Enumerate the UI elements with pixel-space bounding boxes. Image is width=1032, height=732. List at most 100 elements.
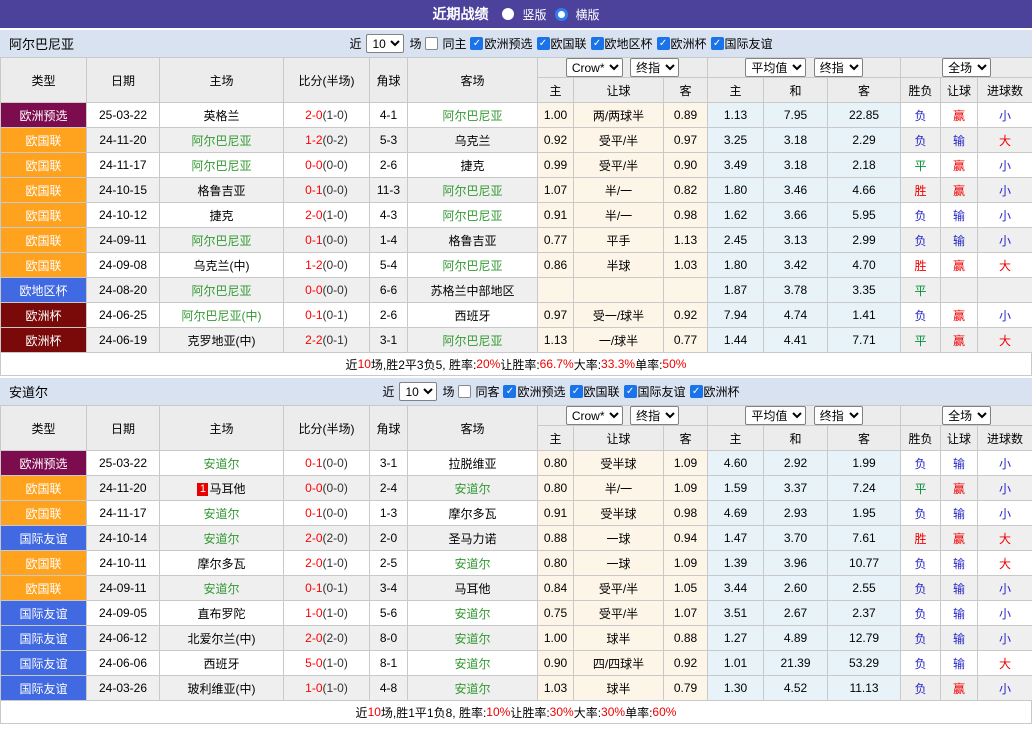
- avg-draw: 2.67: [764, 601, 828, 626]
- league-checkbox[interactable]: ✓: [470, 37, 483, 50]
- odds-home: 1.00: [538, 103, 574, 128]
- col-corner: 角球: [370, 58, 408, 103]
- avg-away: 7.71: [828, 328, 901, 353]
- league-filters: ✓欧洲预选✓欧国联✓欧地区杯✓欧洲杯✓国际友谊: [469, 35, 772, 52]
- match-score: 0-1(0-1): [284, 303, 370, 328]
- col-result: 胜负: [901, 78, 941, 103]
- home-team: 阿尔巴尼亚: [160, 228, 284, 253]
- avg-home: 7.94: [708, 303, 764, 328]
- odds-handicap: 受平/半: [574, 601, 664, 626]
- summary-segment: 30%: [601, 705, 625, 719]
- league-checkbox[interactable]: ✓: [503, 385, 516, 398]
- match-date: 24-06-12: [87, 626, 160, 651]
- handicap-result-cell: 输: [941, 128, 978, 153]
- final-odds-select2[interactable]: 终指: [814, 58, 863, 77]
- away-team: 安道尔: [408, 601, 538, 626]
- league-checkbox[interactable]: ✓: [570, 385, 583, 398]
- average-select[interactable]: 平均值: [745, 406, 806, 425]
- match-row: 欧国联24-11-20阿尔巴尼亚1-2(0-2)5-3乌克兰0.92受平/半0.…: [1, 128, 1032, 153]
- odds-handicap: 一/球半: [574, 328, 664, 353]
- odds-away: 0.97: [664, 128, 708, 153]
- col-odds-home: 主: [538, 426, 574, 451]
- avg-draw: 3.18: [764, 153, 828, 178]
- final-odds-select[interactable]: 终指: [630, 406, 679, 425]
- match-date: 24-11-17: [87, 153, 160, 178]
- summary-segment: 让胜率:: [500, 356, 539, 373]
- avg-draw: 2.60: [764, 576, 828, 601]
- odds-home: 0.97: [538, 303, 574, 328]
- league-checkbox[interactable]: ✓: [711, 37, 724, 50]
- avg-draw: 21.39: [764, 651, 828, 676]
- avg-away: 2.55: [828, 576, 901, 601]
- goals-result-cell: 小: [978, 153, 1032, 178]
- col-avg-draw: 和: [764, 426, 828, 451]
- type-badge: 欧国联: [1, 501, 87, 526]
- corner-score: 4-3: [370, 203, 408, 228]
- col-date: 日期: [87, 58, 160, 103]
- league-checkbox[interactable]: ✓: [624, 385, 637, 398]
- match-row: 欧国联24-09-11安道尔0-1(0-1)3-4马耳他0.84受平/半1.05…: [1, 576, 1032, 601]
- avg-home: 1.62: [708, 203, 764, 228]
- corner-score: 4-1: [370, 103, 408, 128]
- league-checkbox[interactable]: ✓: [690, 385, 703, 398]
- odds-handicap: 四/四球半: [574, 651, 664, 676]
- bookmaker-select[interactable]: Crow*: [566, 406, 623, 425]
- odds-home: [538, 278, 574, 303]
- full-match-select[interactable]: 全场: [942, 406, 991, 425]
- handicap-result-cell: 赢: [941, 103, 978, 128]
- odds-home: 0.80: [538, 551, 574, 576]
- avg-away: 53.29: [828, 651, 901, 676]
- col-handicap: 让球: [574, 426, 664, 451]
- avg-away: 11.13: [828, 676, 901, 701]
- avg-draw: 2.93: [764, 501, 828, 526]
- odds-home: 0.92: [538, 128, 574, 153]
- goals-result-cell: 小: [978, 576, 1032, 601]
- corner-score: 2-5: [370, 551, 408, 576]
- corner-score: 1-3: [370, 501, 408, 526]
- avg-away: 2.18: [828, 153, 901, 178]
- match-score: 2-0(1-0): [284, 551, 370, 576]
- goals-result-cell: [978, 278, 1032, 303]
- odds-handicap: 平手: [574, 228, 664, 253]
- match-row: 欧国联24-11-17阿尔巴尼亚0-0(0-0)2-6捷克0.99受平/半0.9…: [1, 153, 1032, 178]
- final-odds-select[interactable]: 终指: [630, 58, 679, 77]
- vertical-layout-radio[interactable]: [502, 8, 514, 20]
- team-name: 安道尔: [9, 382, 48, 401]
- handicap-result-cell: 输: [941, 626, 978, 651]
- final-odds-select2[interactable]: 终指: [814, 406, 863, 425]
- home-team: 1马耳他: [160, 476, 284, 501]
- summary-segment: 单率:: [635, 356, 662, 373]
- type-badge: 欧洲预选: [1, 103, 87, 128]
- match-count-select[interactable]: 10: [366, 34, 404, 53]
- result-cell: 负: [901, 501, 941, 526]
- col-score: 比分(半场): [284, 406, 370, 451]
- corner-score: 8-1: [370, 651, 408, 676]
- league-checkbox[interactable]: ✓: [537, 37, 550, 50]
- avg-draw: 3.78: [764, 278, 828, 303]
- full-match-group: 全场: [901, 58, 1032, 78]
- match-count-select[interactable]: 10: [399, 382, 437, 401]
- goals-result-cell: 大: [978, 551, 1032, 576]
- same-venue-checkbox[interactable]: [458, 385, 471, 398]
- odds-away: 1.13: [664, 228, 708, 253]
- result-cell: 负: [901, 228, 941, 253]
- odds-handicap: 球半: [574, 626, 664, 651]
- avg-away: 10.77: [828, 551, 901, 576]
- odds-handicap: [574, 278, 664, 303]
- league-checkbox[interactable]: ✓: [591, 37, 604, 50]
- corner-score: 6-6: [370, 278, 408, 303]
- avg-away: 4.66: [828, 178, 901, 203]
- home-team: 阿尔巴尼亚: [160, 278, 284, 303]
- match-row: 国际友谊24-10-14安道尔2-0(2-0)2-0圣马力诺0.88一球0.94…: [1, 526, 1032, 551]
- bookmaker-select[interactable]: Crow*: [566, 58, 623, 77]
- vertical-layout-label: 竖版: [522, 6, 546, 23]
- full-match-select[interactable]: 全场: [942, 58, 991, 77]
- odds-home: 0.80: [538, 476, 574, 501]
- average-select[interactable]: 平均值: [745, 58, 806, 77]
- odds-away: 0.82: [664, 178, 708, 203]
- match-date: 25-03-22: [87, 103, 160, 128]
- same-venue-checkbox[interactable]: [425, 37, 438, 50]
- horizontal-layout-radio[interactable]: [555, 8, 568, 21]
- league-checkbox[interactable]: ✓: [657, 37, 670, 50]
- avg-away: 2.37: [828, 601, 901, 626]
